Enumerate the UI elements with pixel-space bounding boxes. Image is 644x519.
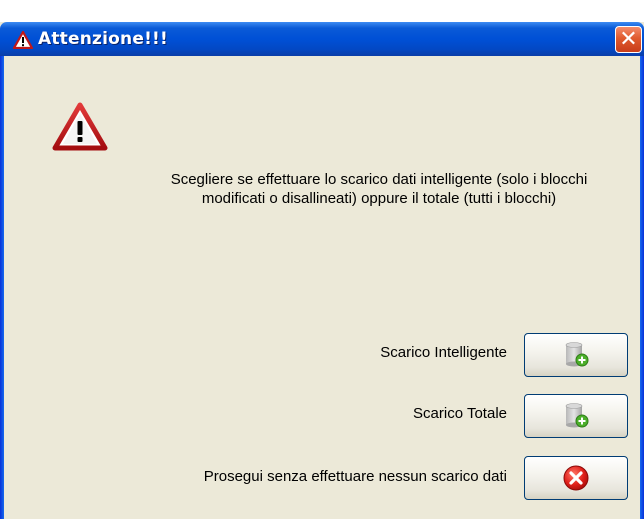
title-bar[interactable]: Attenzione!!! ✕ bbox=[0, 22, 644, 56]
database-add-icon bbox=[565, 403, 589, 428]
window-title: Attenzione!!! bbox=[38, 29, 168, 49]
option-label-skip-download: Prosegui senza effettuare nessun scarico… bbox=[203, 468, 507, 485]
window-border-right bbox=[640, 56, 644, 519]
close-button[interactable]: ✕ bbox=[615, 26, 642, 53]
top-strip bbox=[0, 0, 644, 22]
red-x-icon bbox=[563, 465, 589, 491]
option-label-total-download: Scarico Totale bbox=[413, 405, 507, 422]
total-download-button[interactable] bbox=[524, 394, 628, 438]
warning-icon bbox=[13, 31, 33, 49]
large-warning-icon bbox=[52, 102, 108, 151]
window-border-left bbox=[0, 56, 4, 519]
smart-download-button[interactable] bbox=[524, 333, 628, 377]
dialog-message: Scegliere se effettuare lo scarico dati … bbox=[170, 171, 588, 207]
skip-download-button[interactable] bbox=[524, 456, 628, 500]
database-add-icon bbox=[565, 342, 589, 367]
dialog-window: Attenzione!!! ✕ Scegliere se effettuare … bbox=[0, 0, 644, 519]
option-label-smart-download: Scarico Intelligente bbox=[380, 344, 507, 361]
